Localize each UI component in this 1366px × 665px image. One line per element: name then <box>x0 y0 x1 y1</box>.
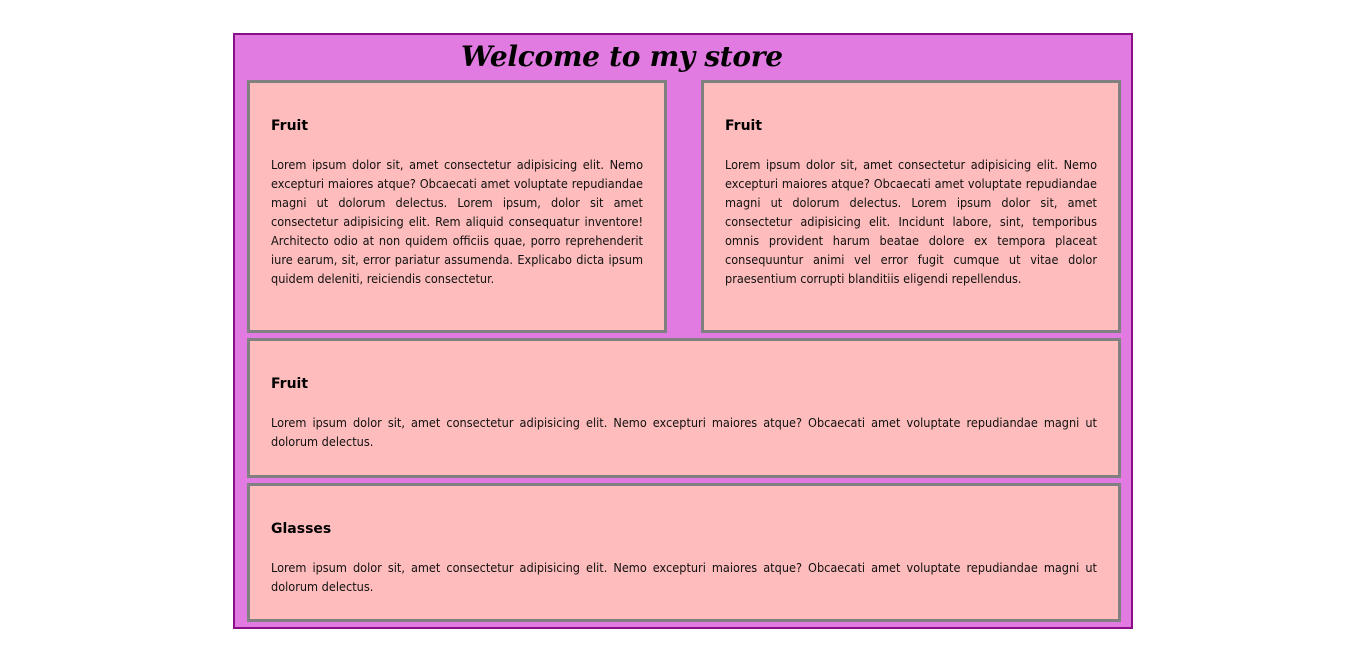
product-card-fruit: Fruit Lorem ipsum dolor sit, amet consec… <box>247 80 667 333</box>
card-description: Lorem ipsum dolor sit, amet consectetur … <box>725 157 1097 286</box>
card-description: Lorem ipsum dolor sit, amet consectetur … <box>271 415 1097 449</box>
card-title: Fruit <box>725 118 763 134</box>
store-container: Welcome to my store Fruit Lorem ipsum do… <box>233 33 1133 629</box>
card-description: Lorem ipsum dolor sit, amet consectetur … <box>271 560 1097 594</box>
product-card-fruit: Fruit Lorem ipsum dolor sit, amet consec… <box>247 338 1121 478</box>
product-card-fruit: Fruit Lorem ipsum dolor sit, amet consec… <box>701 80 1121 333</box>
product-card-glasses: Glasses Lorem ipsum dolor sit, amet cons… <box>247 483 1121 622</box>
card-description: Lorem ipsum dolor sit, amet consectetur … <box>271 157 643 286</box>
card-title: Fruit <box>271 376 309 392</box>
card-title: Fruit <box>271 118 309 134</box>
card-title: Glasses <box>271 521 332 537</box>
page-title: Welcome to my store <box>461 40 783 73</box>
